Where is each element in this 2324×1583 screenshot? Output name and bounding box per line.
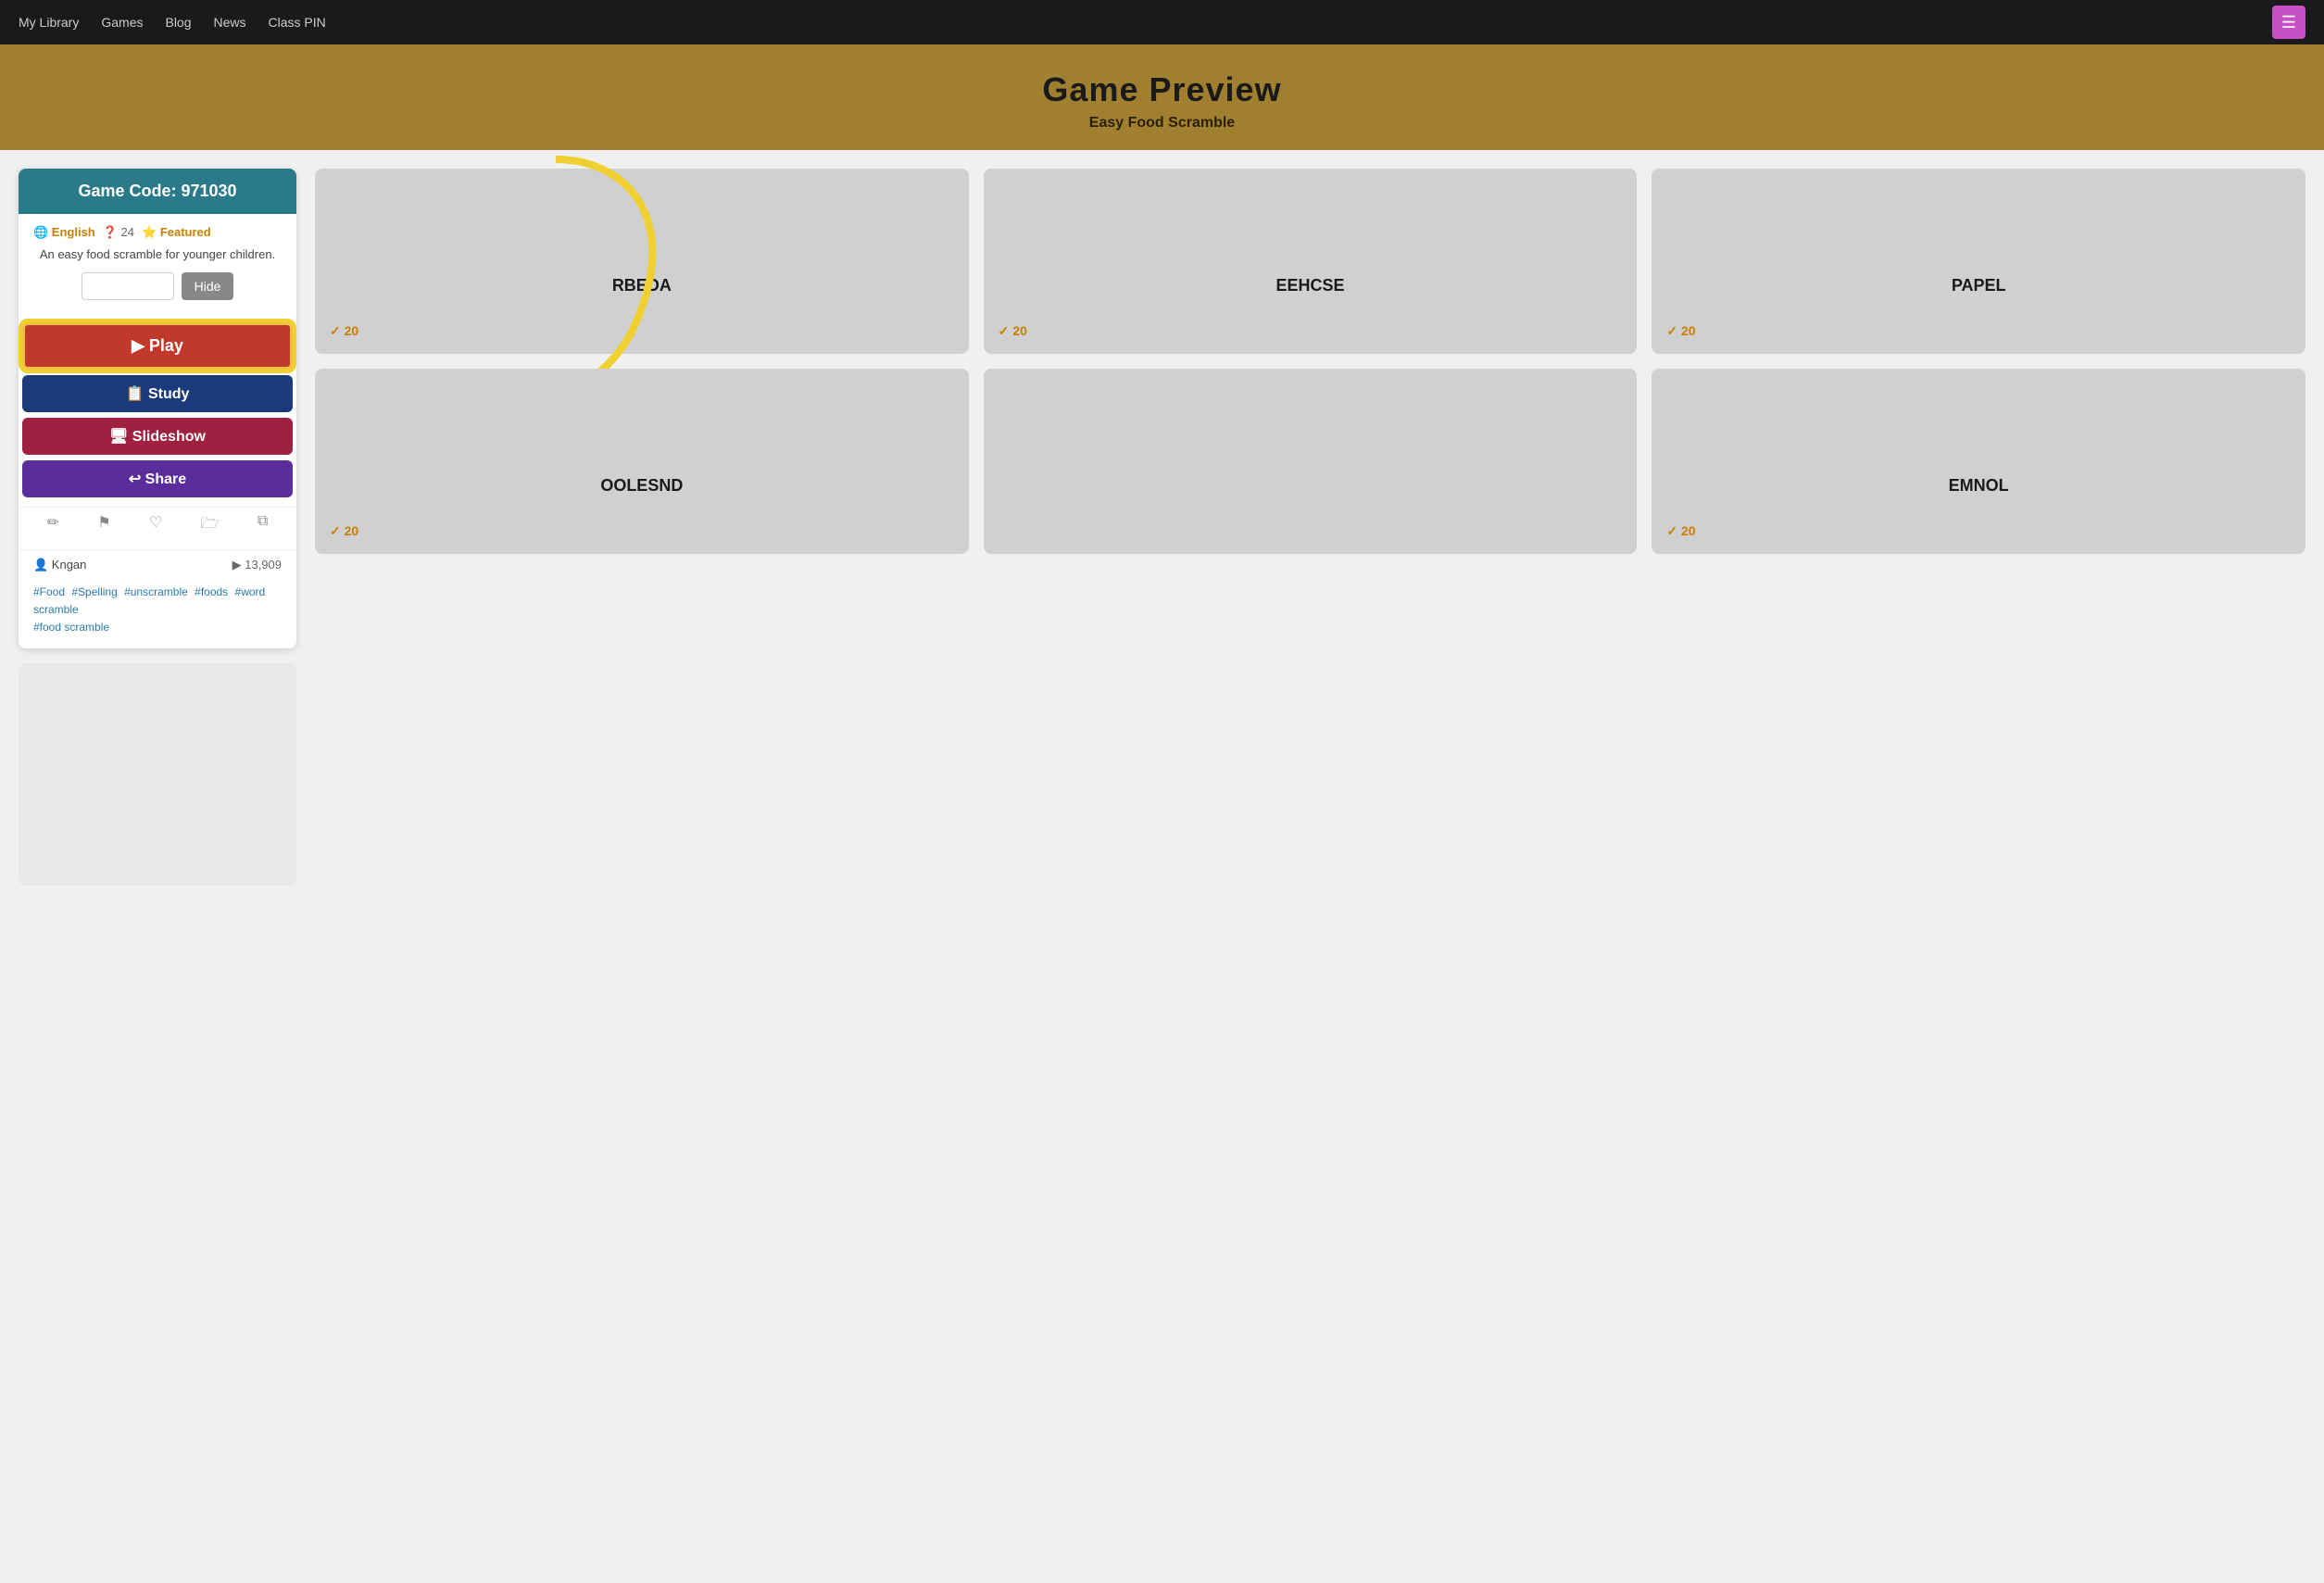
card-score-2: ✓ 20 [999,323,1623,339]
code-input-row: Hide [33,272,282,300]
game-code-header: Game Code: 971030 [19,169,296,214]
page-title: Game Preview [19,70,2305,109]
empty-card [19,663,296,886]
nav-blog[interactable]: Blog [165,15,191,30]
nav-my-library[interactable]: My Library [19,15,79,30]
page-subtitle: Easy Food Scramble [19,115,2305,132]
game-tags: #Food #Spelling #unscramble #foods #word… [19,584,296,648]
tag-foods[interactable]: #foods [195,585,228,598]
badge-count: ❓ 24 [103,225,134,240]
study-button[interactable]: 📋 Study [22,375,293,412]
author-name: 👤 Kngan [33,558,86,572]
game-card: Game Code: 971030 🌐 English ❓ 24 ⭐ Featu… [19,169,296,648]
nav-class-pin[interactable]: Class PIN [269,15,326,30]
badge-featured: ⭐ Featured [142,225,211,240]
card-score-6: ✓ 20 [1666,523,2291,539]
game-grid: RBEDA ✓ 20 EEHCSE ✓ 20 PAPEL ✓ 20 [315,169,2305,554]
play-count: ▶ 13,909 [232,558,282,572]
card-word-3: PAPEL [1666,276,2291,295]
grid-card-3[interactable]: PAPEL ✓ 20 [1652,169,2305,354]
card-word-6: EMNOL [1666,476,2291,496]
menu-button[interactable]: ☰ [2272,6,2305,39]
game-footer: 👤 Kngan ▶ 13,909 [19,549,296,584]
game-meta: 🌐 English ❓ 24 ⭐ Featured An easy food s… [19,214,296,322]
hide-button[interactable]: Hide [182,272,234,300]
share-button[interactable]: ↩ Share [22,460,293,497]
badge-language: 🌐 English [33,225,95,240]
edit-icon[interactable]: ✏ [47,513,59,538]
copy-icon[interactable]: ⧉ [258,513,268,538]
code-input-field[interactable] [82,272,174,300]
tag-spelling[interactable]: #Spelling [71,585,117,598]
game-description: An easy food scramble for younger childr… [33,247,282,261]
game-badges: 🌐 English ❓ 24 ⭐ Featured [33,225,282,240]
tag-food-scramble[interactable]: #food scramble [33,621,109,634]
nav-games[interactable]: Games [101,15,143,30]
flag-icon[interactable]: ⚑ [97,513,110,538]
card-word-1: RBEDA [330,276,954,295]
card-score-1: ✓ 20 [330,323,954,339]
card-word-4: OOLESND [330,476,954,496]
grid-card-4[interactable]: OOLESND ✓ 20 [315,369,969,554]
main-content: Game Code: 971030 🌐 English ❓ 24 ⭐ Featu… [0,150,2324,904]
nav-links: My Library Games Blog News Class PIN [19,15,326,30]
card-word-2: EEHCSE [999,276,1623,295]
grid-card-6[interactable]: EMNOL ✓ 20 [1652,369,2305,554]
top-navigation: My Library Games Blog News Class PIN ☰ [0,0,2324,44]
play-button[interactable]: ▶ Play [22,322,293,370]
grid-card-2[interactable]: EEHCSE ✓ 20 [984,169,1638,354]
slideshow-button[interactable]: 🖥 Slideshow [22,418,293,455]
folder-icon[interactable]: 🗁 [201,513,220,538]
nav-news[interactable]: News [214,15,246,30]
card-score-3: ✓ 20 [1666,323,2291,339]
action-icons-row: ✏ ⚑ ♡ 🗁 ⧉ [19,507,296,549]
tag-food[interactable]: #Food [33,585,65,598]
grid-card-5[interactable] [984,369,1638,554]
grid-card-1[interactable]: RBEDA ✓ 20 [315,169,969,354]
tag-unscramble[interactable]: #unscramble [124,585,188,598]
left-panel: Game Code: 971030 🌐 English ❓ 24 ⭐ Featu… [19,169,296,886]
favorite-icon[interactable]: ♡ [149,513,162,538]
header-banner: Game Preview Easy Food Scramble [0,44,2324,150]
card-score-4: ✓ 20 [330,523,954,539]
